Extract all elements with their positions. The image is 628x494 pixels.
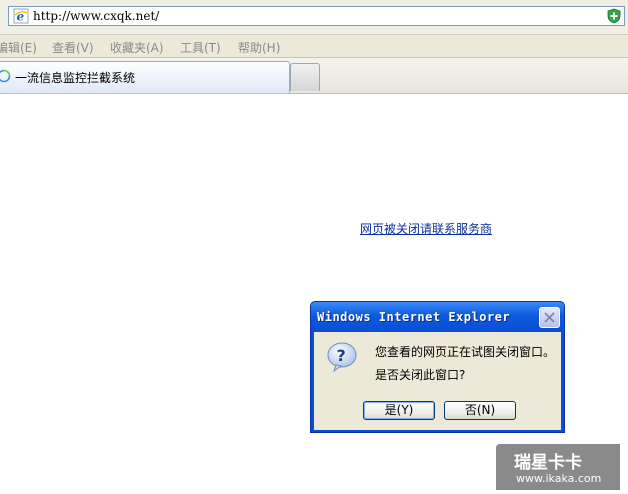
tab-title: 一流信息监控拦截系统 [15, 71, 136, 85]
dialog-title: Windows Internet Explorer [317, 310, 511, 324]
address-bar[interactable]: e http://www.cxqk.net/ [8, 6, 625, 26]
contact-provider-link[interactable]: 网页被关闭请联系服务商 [360, 220, 492, 237]
menu-favorites[interactable]: 收藏夹(A) [110, 39, 164, 56]
confirm-dialog: Windows Internet Explorer ? 您查看的网页正在试图关闭… [310, 301, 565, 433]
address-url[interactable]: http://www.cxqk.net/ [33, 9, 159, 23]
watermark: 瑞星卡卡 www.ikaka.com [496, 444, 620, 490]
question-icon: ? [327, 342, 357, 373]
menu-view[interactable]: 查看(V) [52, 39, 94, 56]
dialog-message-line2: 是否关闭此窗口? [375, 368, 466, 382]
ie-logo-icon: e [13, 8, 29, 24]
watermark-url: www.ikaka.com [516, 472, 602, 485]
address-bar-strip: e http://www.cxqk.net/ [0, 0, 628, 34]
dialog-close-button[interactable] [539, 307, 560, 328]
menu-edit[interactable]: 编辑(E) [0, 39, 37, 56]
menu-bar: 编辑(E) 查看(V) 收藏夹(A) 工具(T) 帮助(H) [0, 34, 628, 58]
dialog-titlebar[interactable]: Windows Internet Explorer [311, 302, 564, 332]
page-loading-icon [0, 69, 11, 83]
svg-text:?: ? [337, 346, 346, 365]
close-icon [544, 312, 555, 323]
dialog-message-line1: 您查看的网页正在试图关闭窗口。 [375, 345, 556, 359]
tab-bar: 一流信息监控拦截系统 [0, 58, 628, 94]
tab-active[interactable]: 一流信息监控拦截系统 [0, 61, 290, 93]
no-button[interactable]: 否(N) [444, 401, 516, 420]
watermark-brand: 瑞星卡卡 [514, 453, 582, 473]
dialog-body: ? 您查看的网页正在试图关闭窗口。 是否关闭此窗口? 是(Y) 否(N) [314, 332, 561, 430]
new-tab-button[interactable] [290, 63, 320, 91]
menu-help[interactable]: 帮助(H) [238, 39, 280, 56]
yes-button[interactable]: 是(Y) [363, 401, 435, 420]
menu-tools[interactable]: 工具(T) [180, 39, 221, 56]
security-shield-icon[interactable] [606, 8, 622, 24]
